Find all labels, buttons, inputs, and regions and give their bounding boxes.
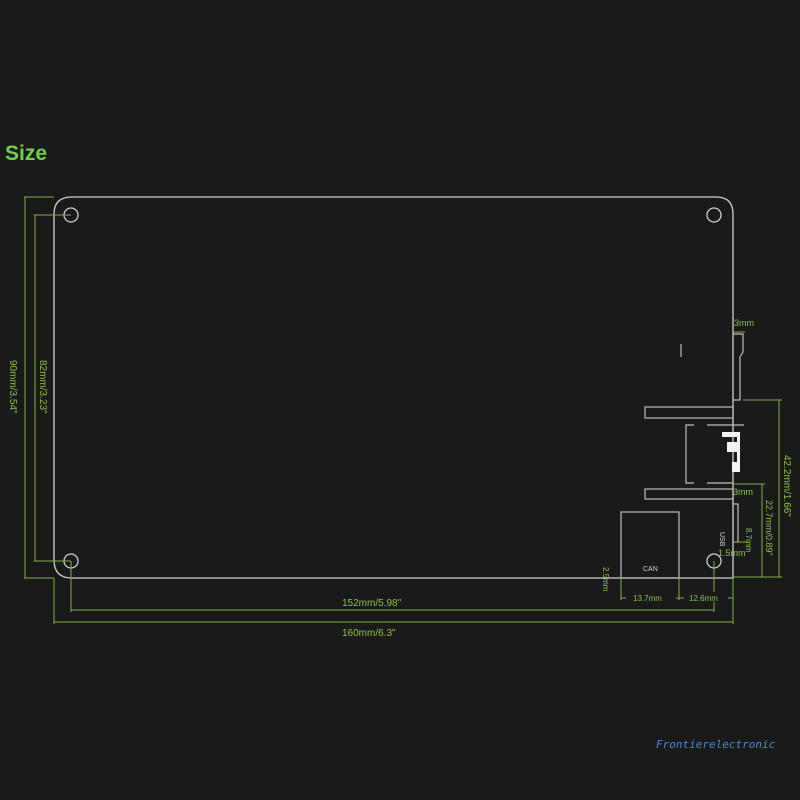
mounting-hole-top-right (706, 207, 722, 223)
svg-text:42.2mm/1.66": 42.2mm/1.66" (781, 455, 792, 517)
svg-text:160mm/6.3": 160mm/6.3" (342, 628, 396, 639)
svg-text:2.5mm: 2.5mm (601, 567, 610, 592)
board-outline (53, 196, 734, 579)
board-drawing: CAN USB 90mm/3.54" 82mm/3.23" 152mm/5.98… (7, 196, 792, 639)
dimension-height-holes: 82mm/3.23" (34, 214, 71, 562)
svg-text:13.7mm: 13.7mm (633, 594, 662, 603)
svg-text:22.7mm/0.89": 22.7mm/0.89" (764, 500, 774, 556)
antenna-icon (722, 432, 740, 472)
svg-text:152mm/5.98": 152mm/5.98" (342, 598, 402, 609)
svg-text:1.5mm: 1.5mm (718, 548, 746, 558)
svg-text:3mm: 3mm (733, 487, 753, 497)
watermark: Frontierelectronic (656, 738, 776, 751)
dimension-width-holes: 152mm/5.98" (70, 561, 715, 612)
size-diagram: Size CAN USB 90mm/3.54" 82mm/3.23" 152mm… (0, 0, 800, 800)
usb-label: USB (718, 532, 725, 547)
can-label: CAN (643, 566, 658, 573)
svg-text:82mm/3.23": 82mm/3.23" (37, 360, 48, 414)
connector-area: CAN USB (620, 333, 744, 579)
svg-text:3mm: 3mm (734, 318, 754, 328)
svg-text:12.6mm: 12.6mm (689, 594, 718, 603)
svg-text:90mm/3.54": 90mm/3.54" (7, 360, 18, 414)
